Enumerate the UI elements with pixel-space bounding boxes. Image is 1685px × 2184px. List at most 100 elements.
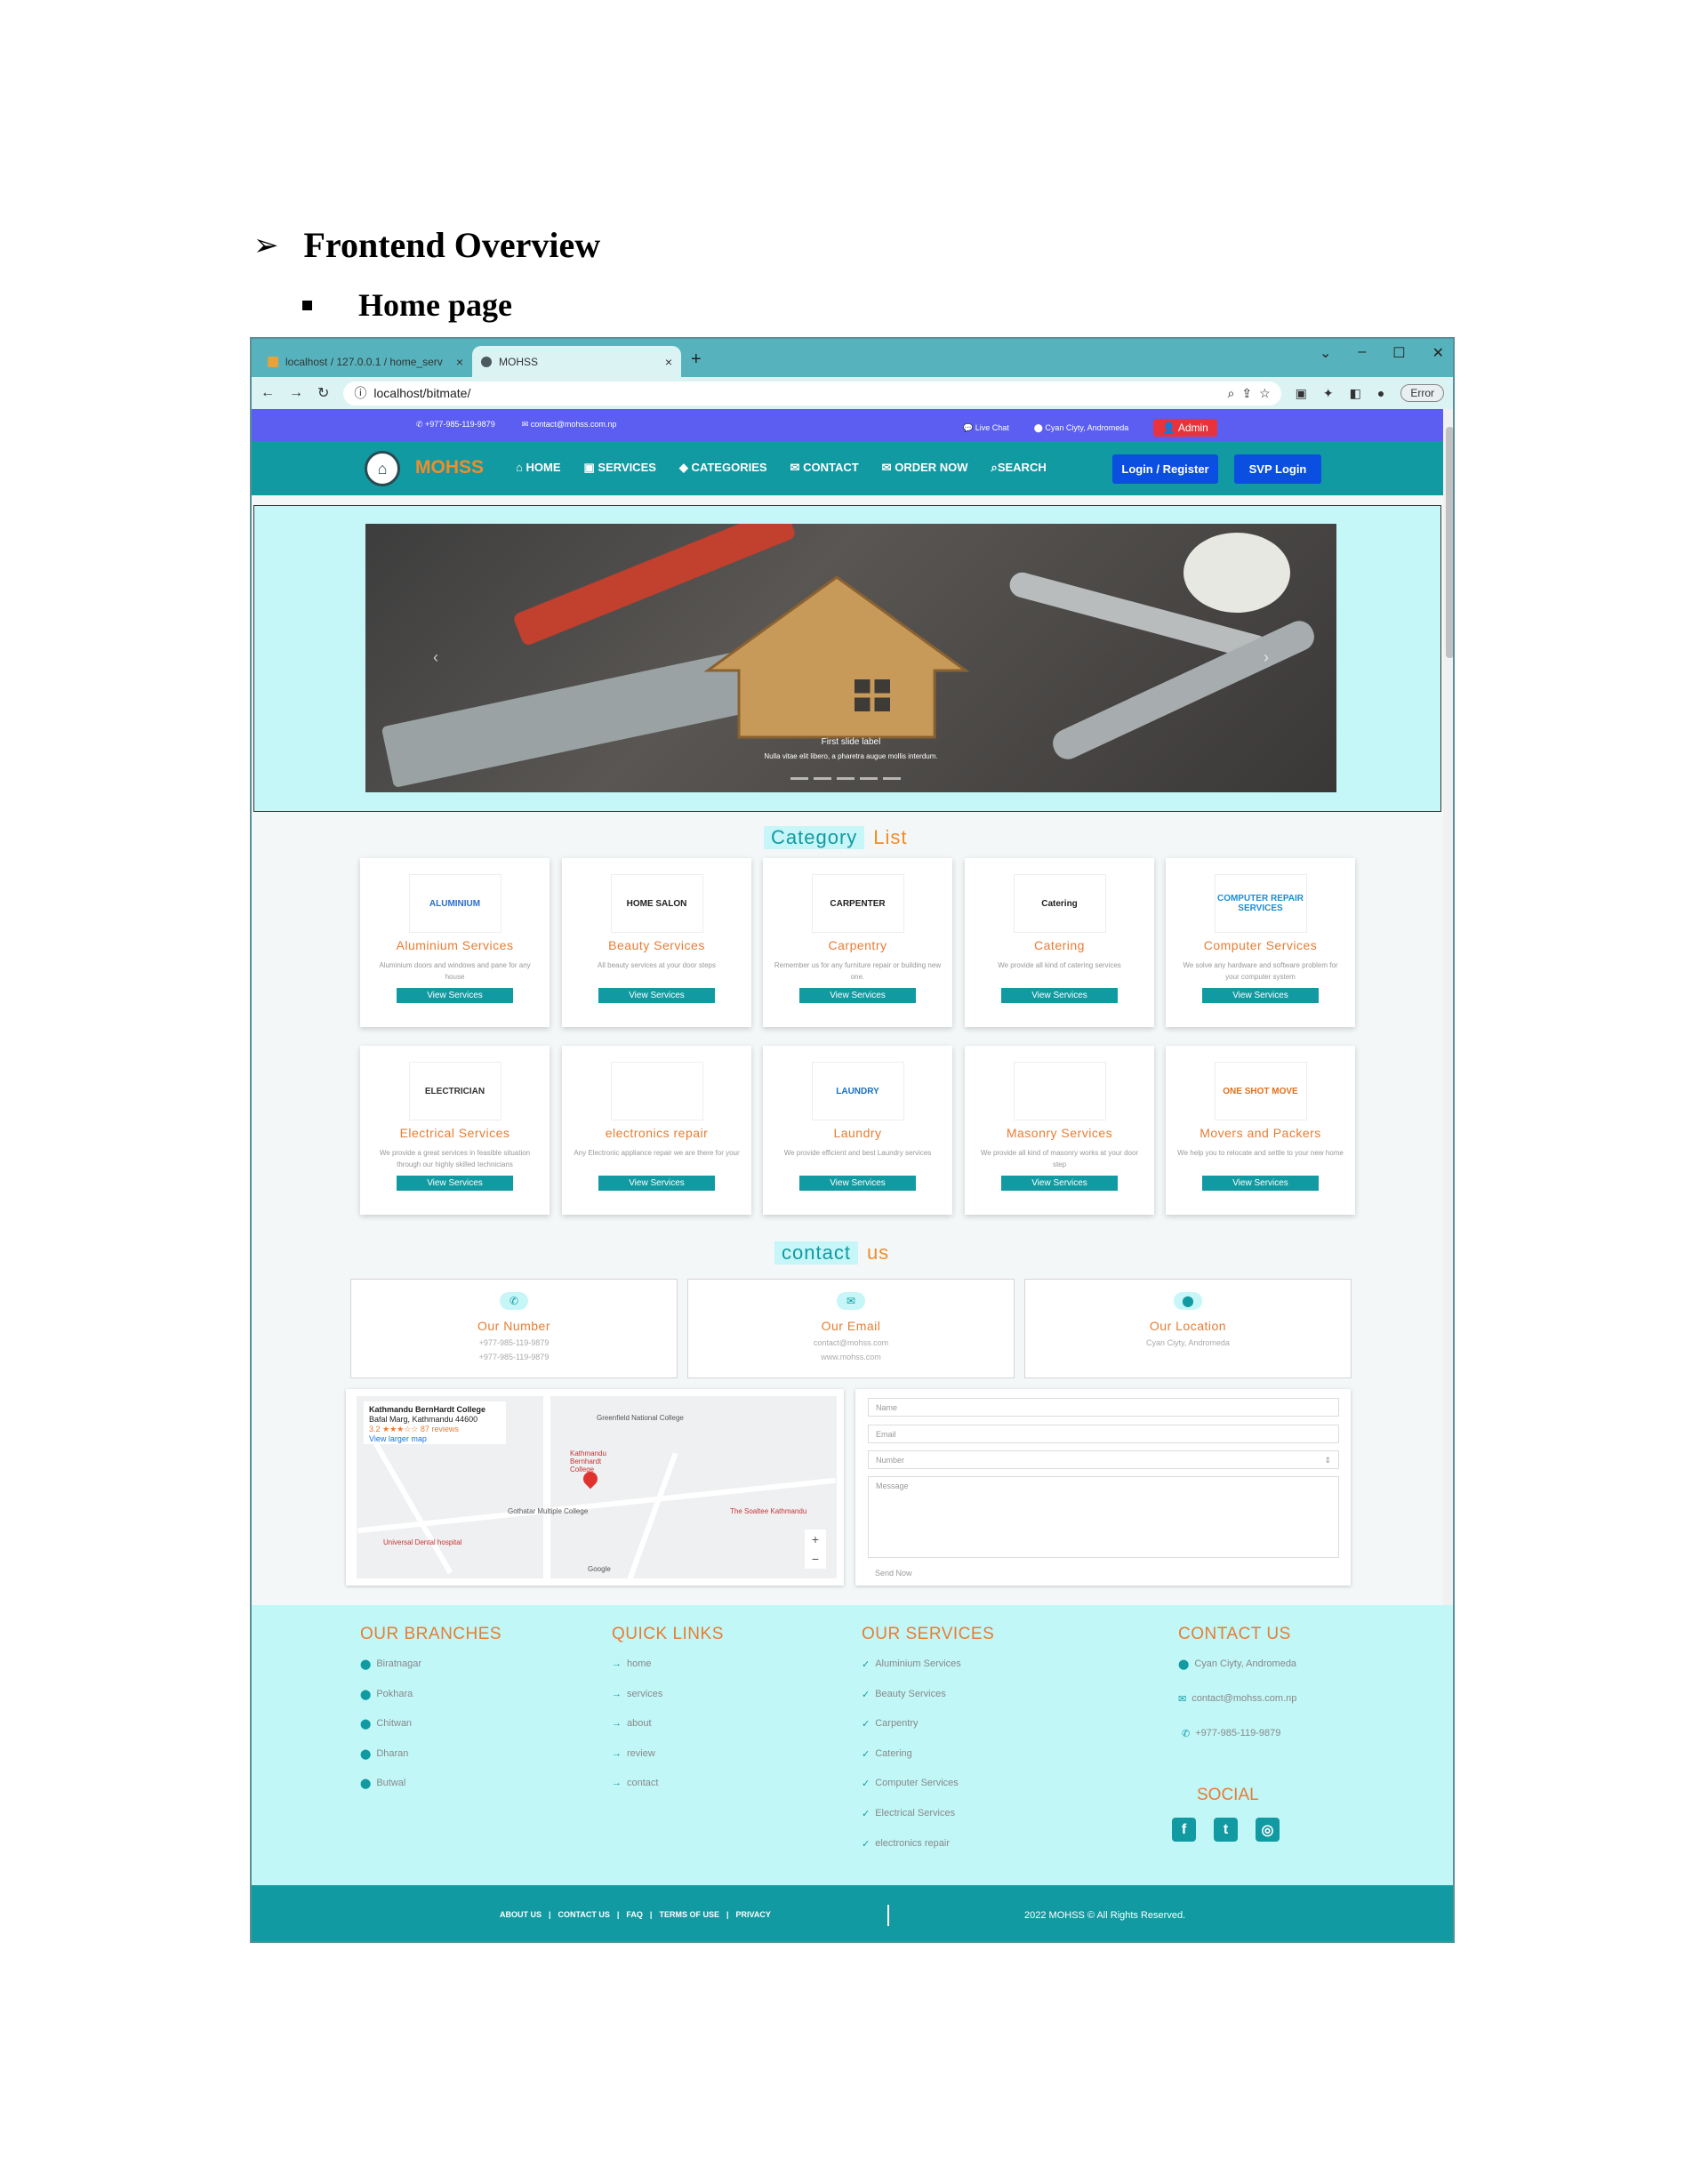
carousel-indicator[interactable] [837, 777, 855, 780]
email-field[interactable]: Email [868, 1425, 1339, 1443]
browser-tab-phpmyadmin[interactable]: localhost / 127.0.0.1 / home_serv × [259, 346, 472, 377]
brand-name[interactable]: MOHSS [415, 457, 484, 478]
category-card: electronics repair Any Electronic applian… [562, 1046, 751, 1215]
service-link[interactable]: ✓ electronics repair [862, 1838, 994, 1868]
view-services-button[interactable]: View Services [799, 1176, 916, 1191]
profile-avatar[interactable]: ● [1377, 386, 1384, 400]
facebook-icon[interactable]: f [1172, 1818, 1196, 1842]
carousel-prev-icon[interactable]: ‹ [433, 648, 438, 667]
mohss-logo-icon[interactable]: ⌂ [365, 451, 400, 486]
address-bar[interactable]: ⓘ localhost/bitmate/ ⌕ ⇪ ☆ [343, 381, 1281, 405]
info-icon[interactable]: ⓘ [354, 384, 366, 402]
carousel-indicator[interactable] [883, 777, 901, 780]
page-scrollbar[interactable] [1443, 409, 1453, 1605]
service-link[interactable]: ✓ Electrical Services [862, 1808, 994, 1838]
envelope-icon: ✉ [881, 461, 892, 474]
quick-link[interactable]: → services [612, 1689, 724, 1719]
footer-phone[interactable]: ✆ +977-985-119-9879 [1178, 1728, 1296, 1762]
footer-services: OUR SERVICES ✓ Aluminium Services ✓ Beauty … [862, 1625, 994, 1867]
service-link[interactable]: ✓ Computer Services [862, 1778, 994, 1808]
service-link[interactable]: ✓ Carpentry [862, 1718, 994, 1748]
bookmark-star-icon[interactable]: ☆ [1259, 386, 1271, 401]
nav-services[interactable]: ▣ SERVICES [583, 461, 655, 475]
about-us-link[interactable]: ABOUT US [500, 1910, 542, 1919]
send-button[interactable]: Send Now [875, 1569, 912, 1578]
svp-login-button[interactable]: SVP Login [1234, 454, 1321, 484]
back-icon[interactable]: ← [261, 385, 275, 401]
message-field[interactable]: Message [868, 1476, 1339, 1558]
nav-home[interactable]: ⌂ HOME [516, 461, 560, 475]
browser-tab-mohss[interactable]: MOHSS × [472, 346, 681, 377]
instagram-icon[interactable]: ◎ [1256, 1818, 1280, 1842]
branch-item[interactable]: ⬤ Dharan [360, 1748, 501, 1779]
quick-link[interactable]: → home [612, 1658, 724, 1689]
zoom-icon[interactable]: ⌕ [1228, 386, 1235, 401]
faq-link[interactable]: FAQ [626, 1910, 643, 1919]
share-icon[interactable]: ⇪ [1241, 386, 1252, 401]
hero-carousel[interactable]: ‹ › First slide label Nulla vitae elit l… [365, 524, 1336, 792]
branch-item[interactable]: ⬤ Butwal [360, 1778, 501, 1808]
footer-email[interactable]: ✉ contact@mohss.com.np [1178, 1693, 1296, 1728]
contact-card-location: ⬤ Our Location Cyan Ciyty, Andromeda [1024, 1279, 1352, 1378]
service-link[interactable]: ✓ Beauty Services [862, 1689, 994, 1719]
number-field[interactable]: Number ⇕ [868, 1450, 1339, 1469]
maximize-icon[interactable]: ☐ [1392, 344, 1405, 362]
check-icon: ✓ [862, 1779, 871, 1790]
quick-link[interactable]: → review [612, 1748, 724, 1779]
minimize-icon[interactable]: – [1358, 344, 1366, 362]
reload-icon[interactable]: ↻ [317, 384, 329, 402]
login-register-button[interactable]: Login / Register [1112, 454, 1218, 484]
view-services-button[interactable]: View Services [1202, 1176, 1319, 1191]
privacy-link[interactable]: PRIVACY [736, 1910, 771, 1919]
contact-card-email: ✉ Our Email contact@mohss.com www.mohss.… [687, 1279, 1015, 1378]
extension-icons: ▣ ✦ ◧ ● Error [1296, 384, 1444, 402]
new-tab-button[interactable]: + [691, 349, 702, 370]
terms-link[interactable]: TERMS OF USE [659, 1910, 719, 1919]
contact-us-link[interactable]: CONTACT US [558, 1910, 610, 1919]
carousel-indicator[interactable] [814, 777, 831, 780]
nav-contact[interactable]: ✉ CONTACT [790, 461, 859, 475]
view-services-button[interactable]: View Services [598, 988, 715, 1003]
scrollbar-thumb[interactable] [1446, 427, 1453, 658]
view-services-button[interactable]: View Services [397, 988, 513, 1003]
live-chat-link[interactable]: 💬 Live Chat [963, 423, 1009, 433]
name-field[interactable]: Name [868, 1398, 1339, 1417]
close-window-icon[interactable]: ✕ [1432, 344, 1444, 362]
carousel-indicator[interactable] [790, 777, 808, 780]
view-services-button[interactable]: View Services [1202, 988, 1319, 1003]
branch-item[interactable]: ⬤ Biratnagar [360, 1658, 501, 1689]
contact-card-number: ✆ Our Number +977-985-119-9879 +977-985-… [350, 1279, 678, 1378]
view-services-button[interactable]: View Services [397, 1176, 513, 1191]
view-services-button[interactable]: View Services [598, 1176, 715, 1191]
service-link[interactable]: ✓ Catering [862, 1748, 994, 1779]
twitter-icon[interactable]: t [1214, 1818, 1238, 1842]
tab-search-icon[interactable]: ⌄ [1320, 344, 1331, 362]
nav-categories[interactable]: ◆ CATEGORIES [679, 461, 767, 475]
nav-order-now[interactable]: ✉ ORDER NOW [882, 461, 968, 475]
quick-link[interactable]: → about [612, 1718, 724, 1748]
map-zoom-controls[interactable]: + − [805, 1530, 826, 1569]
carousel-indicator[interactable] [860, 777, 878, 780]
forward-icon[interactable]: → [289, 385, 303, 401]
nav-search[interactable]: ⌕SEARCH [991, 461, 1047, 475]
view-services-button[interactable]: View Services [1001, 988, 1118, 1003]
error-button[interactable]: Error [1400, 384, 1444, 402]
stepper-icon[interactable]: ⇕ [1324, 1456, 1331, 1465]
view-larger-map-link[interactable]: View larger map [369, 1434, 501, 1444]
embedded-map[interactable]: Kathmandu BernHardt College Bafal Marg, … [357, 1396, 837, 1578]
service-link[interactable]: ✓ Aluminium Services [862, 1658, 994, 1689]
close-tab-icon[interactable]: × [456, 355, 463, 369]
admin-button[interactable]: 👤 Admin [1153, 419, 1217, 437]
view-services-button[interactable]: View Services [799, 988, 916, 1003]
puzzle-icon[interactable]: ✦ [1323, 386, 1334, 401]
caption-text: Nulla vitae elit libero, a pharetra augu… [764, 752, 938, 760]
tab-label: localhost / 127.0.0.1 / home_serv [285, 355, 443, 368]
close-tab-icon[interactable]: × [665, 355, 672, 369]
view-services-button[interactable]: View Services [1001, 1176, 1118, 1191]
quick-link[interactable]: → contact [612, 1778, 724, 1808]
sidebar-icon[interactable]: ◧ [1350, 386, 1361, 401]
extension-icon[interactable]: ▣ [1296, 386, 1307, 401]
branch-item[interactable]: ⬤ Pokhara [360, 1689, 501, 1719]
branch-item[interactable]: ⬤ Chitwan [360, 1718, 501, 1748]
carousel-next-icon[interactable]: › [1264, 648, 1269, 667]
